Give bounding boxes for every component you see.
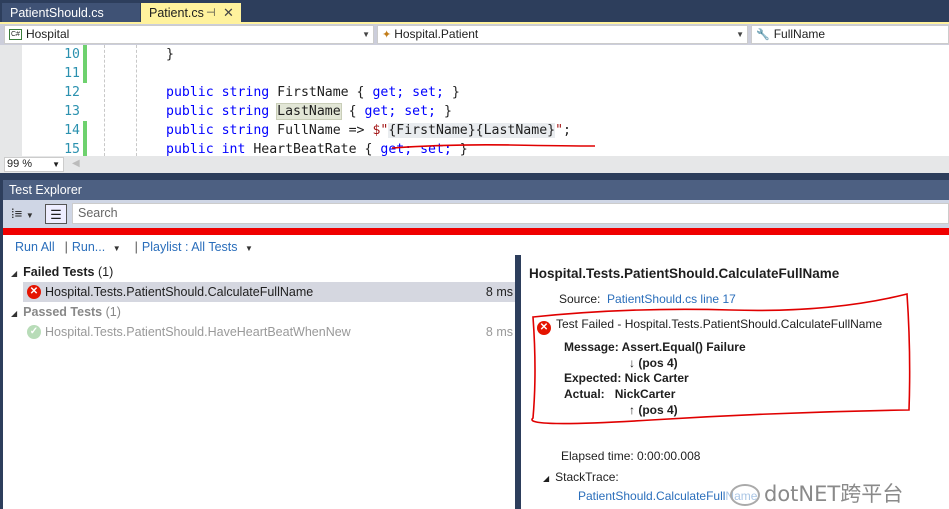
test-detail-pane: Hospital.Tests.PatientShould.CalculateFu…	[521, 260, 949, 509]
navigation-bar: C# Hospital ▼ ✦ Hospital.Patient ▼ 🔧 FullNa…	[0, 24, 949, 45]
test-passed-icon: ✓	[27, 325, 41, 339]
test-explorer-body: Run All | Run... ▼ | Playlist : All Tests ▼ …	[3, 235, 949, 509]
red-underline-annotation	[391, 144, 596, 149]
separator: |	[134, 240, 138, 254]
expand-triangle-icon: ◢	[11, 269, 18, 278]
code-text: public string FullName => $"{FirstName}{…	[166, 123, 571, 138]
code-text: }	[166, 47, 174, 62]
test-row-passed[interactable]: ✓ Hospital.Tests.PatientShould.HaveHeart…	[23, 322, 515, 342]
code-line-10: 10 }	[0, 45, 949, 64]
expand-triangle-icon: ◢	[543, 474, 550, 483]
close-icon[interactable]: ✕	[223, 3, 234, 23]
chevron-down-icon: ▼	[245, 244, 253, 253]
property-wrench-icon: 🔧	[756, 29, 770, 41]
passed-tests-group[interactable]: ◢ Passed Tests (1)	[11, 302, 121, 322]
test-duration: 8 ms	[485, 285, 513, 299]
test-explorer-title: Test Explorer	[3, 180, 949, 200]
elapsed-time: Elapsed time: 0:00:00.008	[561, 449, 701, 463]
type-name: Hospital.Patient	[394, 27, 479, 41]
reference-highlight: LastName	[276, 103, 342, 120]
test-explorer-toolbar: ⁞≡ ▼ ☰ Search	[3, 200, 949, 228]
line-number: 10	[64, 47, 80, 62]
stacktrace-section[interactable]: ◢ StackTrace:	[543, 470, 619, 484]
test-name: Hospital.Tests.PatientShould.CalculateFu…	[45, 285, 314, 299]
line-number: 13	[64, 104, 80, 119]
chevron-down-icon: ▼	[52, 160, 60, 169]
zoom-level-dropdown[interactable]: 99 % ▼	[4, 157, 64, 172]
playlist-dropdown[interactable]: Playlist : All Tests ▼	[142, 240, 257, 254]
chevron-down-icon: ▼	[25, 211, 34, 220]
test-row-failed[interactable]: ✕ Hospital.Tests.PatientShould.Calculate…	[23, 282, 515, 302]
run-dropdown[interactable]: Run... ▼	[72, 240, 125, 254]
chevron-down-icon: ▼	[362, 30, 370, 39]
test-status-bar	[3, 228, 949, 235]
code-text: public string FirstName { get; set; }	[166, 85, 460, 100]
line-number: 14	[64, 123, 80, 138]
editor-status-bar: 99 % ▼ ◀	[0, 156, 949, 173]
type-dropdown[interactable]: ✦ Hospital.Patient ▼	[377, 25, 748, 44]
code-line-13: 13 public string LastName { get; set; }	[0, 102, 949, 121]
expand-triangle-icon: ◢	[11, 309, 18, 318]
tab-patientshould-cs[interactable]: PatientShould.cs	[2, 3, 140, 23]
line-number: 12	[64, 85, 80, 100]
change-marker	[83, 121, 87, 140]
line-number: 15	[64, 142, 80, 156]
change-marker	[83, 45, 87, 64]
group-by-icon: ⁞≡	[11, 206, 23, 221]
tab-label: Patient.cs	[149, 6, 204, 20]
test-settings-button[interactable]: ☰	[45, 204, 67, 224]
tab-label: PatientShould.cs	[10, 6, 104, 20]
test-failed-icon: ✕	[27, 285, 41, 299]
test-list: ◢ Failed Tests (1) ✕ Hospital.Tests.Patie…	[3, 260, 515, 509]
code-line-14: 14 public string FullName => $"{FirstNam…	[0, 121, 949, 140]
code-text: public string LastName { get; set; }	[166, 103, 452, 120]
tab-patient-cs[interactable]: Patient.cs ⊣ ✕	[141, 3, 241, 23]
code-editor[interactable]: 10 } 11 12 public string FirstName { get…	[0, 45, 949, 156]
pin-icon[interactable]: ⊣	[206, 3, 216, 23]
wechat-logo-icon	[730, 484, 760, 506]
project-name: Hospital	[25, 27, 70, 41]
settings-list-icon: ☰	[50, 207, 62, 222]
code-line-11: 11	[0, 64, 949, 83]
test-actions: Run All | Run... ▼ | Playlist : All Tests ▼	[15, 239, 261, 257]
line-number: 11	[64, 66, 80, 81]
group-by-button[interactable]: ⁞≡ ▼	[11, 204, 43, 224]
scroll-left-icon[interactable]: ◀	[72, 158, 80, 169]
separator: |	[64, 240, 68, 254]
project-dropdown[interactable]: C# Hospital ▼	[4, 25, 374, 44]
csharp-project-icon: C#	[9, 29, 22, 41]
search-input[interactable]: Search	[72, 203, 949, 224]
watermark: dotNET跨平台	[726, 478, 904, 508]
chevron-down-icon: ▼	[112, 244, 121, 253]
code-line-12: 12 public string FirstName { get; set; }	[0, 83, 949, 102]
test-detail-title: Hospital.Tests.PatientShould.CalculateFu…	[529, 266, 840, 281]
member-dropdown[interactable]: 🔧 FullName	[751, 25, 949, 44]
red-box-annotation	[531, 292, 911, 425]
document-tab-bar: PatientShould.cs Patient.cs ⊣ ✕	[0, 0, 949, 24]
change-marker	[83, 64, 87, 83]
chevron-down-icon: ▼	[736, 30, 744, 39]
class-icon: ✦	[382, 29, 392, 41]
test-name: Hospital.Tests.PatientShould.HaveHeartBe…	[45, 325, 351, 339]
run-all-link[interactable]: Run All	[15, 240, 55, 254]
test-duration: 8 ms	[485, 325, 513, 339]
member-name: FullName	[773, 27, 826, 41]
change-marker	[83, 140, 87, 156]
failed-tests-group[interactable]: ◢ Failed Tests (1)	[11, 262, 113, 282]
